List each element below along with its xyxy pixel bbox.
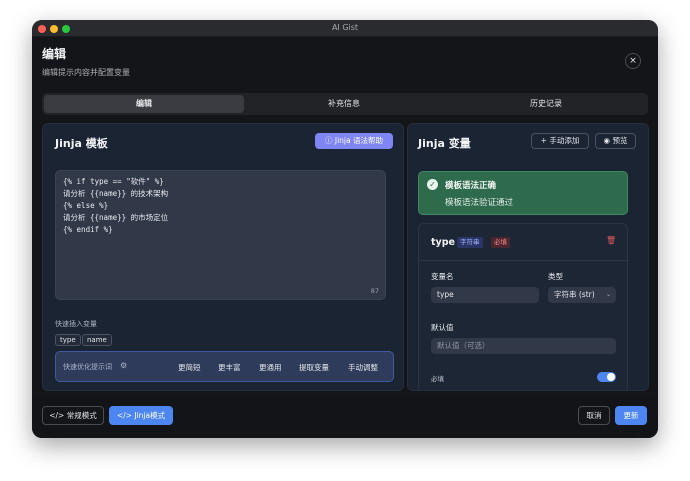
extract-variables-button[interactable]: 提取变量 xyxy=(299,362,329,373)
syntax-status-message: 模板语法验证通过 xyxy=(445,198,514,208)
trash-icon[interactable]: 🗑 xyxy=(606,236,616,245)
default-value-input[interactable]: 默认值（可选） xyxy=(431,338,616,354)
preview-label: 预览 xyxy=(612,136,628,145)
char-count: 87 xyxy=(370,287,379,295)
close-dialog-button[interactable]: × xyxy=(625,53,641,69)
quick-insert-label: 快速插入变量 xyxy=(55,320,97,328)
chevron-down-icon: ⌄ xyxy=(605,291,611,298)
required-toggle[interactable] xyxy=(597,372,616,382)
insert-variable-chip-type[interactable]: type xyxy=(55,334,81,346)
type-badge: 字符串 xyxy=(457,237,483,248)
code-line: {% endif %} xyxy=(63,225,113,234)
optimize-shorter-button[interactable]: 更简短 xyxy=(178,362,201,373)
code-icon: </> xyxy=(49,411,65,420)
quick-optimize-bar: 快速优化提示词 ⚙ 更简短 更丰富 更通用 提取变量 手动调整 xyxy=(55,351,394,382)
optimize-general-button[interactable]: 更通用 xyxy=(259,362,282,373)
variable-card-name: type xyxy=(431,237,455,248)
manual-adjust-button[interactable]: 手动调整 xyxy=(348,362,378,373)
jinja-help-label: Jinja 语法帮助 xyxy=(334,136,383,145)
template-code: {% if type == "软件" %} 请分析 {{name}} 的技术架构 {… xyxy=(63,176,168,236)
code-line: 请分析 {{name}} 的市场定位 xyxy=(63,213,169,222)
variable-name-label: 变量名 xyxy=(431,272,454,281)
required-badge: 必填 xyxy=(491,237,510,248)
dialog-subtitle: 编辑提示内容并配置变量 xyxy=(42,68,130,77)
divider xyxy=(419,260,629,261)
normal-mode-button[interactable]: </> 常规模式 xyxy=(42,406,104,425)
optimize-richer-button[interactable]: 更丰富 xyxy=(218,362,241,373)
dialog-title: 编辑 xyxy=(42,47,67,61)
template-panel-title: Jinja 模板 xyxy=(55,137,108,150)
normal-mode-label: 常规模式 xyxy=(66,411,97,420)
app-window: AI Gist 编辑 编辑提示内容并配置变量 × 编辑 补充信息 历史记录 Ji… xyxy=(32,20,658,438)
code-line: 请分析 {{name}} 的技术架构 xyxy=(63,189,169,198)
update-button[interactable]: 更新 xyxy=(615,406,647,425)
preview-button[interactable]: ◉ 预览 xyxy=(595,133,636,149)
template-editor[interactable]: {% if type == "软件" %} 请分析 {{name}} 的技术架构 {… xyxy=(55,170,386,300)
check-circle-icon: ✓ xyxy=(427,179,438,190)
jinja-variables-panel: Jinja 变量 + 手动添加 ◉ 预览 ✓ 模板语法正确 模板语法验证通过 t… xyxy=(407,123,649,391)
title-bar: AI Gist xyxy=(32,20,658,37)
jinja-mode-button[interactable]: </> Jinja模式 xyxy=(109,406,173,425)
toggle-knob xyxy=(607,373,615,381)
jinja-mode-label: Jinja模式 xyxy=(134,411,166,420)
plus-icon: + xyxy=(540,136,547,145)
variable-type-value: 字符串 (str) xyxy=(554,290,595,299)
required-toggle-label: 必填 xyxy=(431,375,444,383)
tab-history[interactable]: 历史记录 xyxy=(446,95,646,113)
variable-type-select[interactable]: 字符串 (str) ⌄ xyxy=(548,287,616,303)
tab-extra-info[interactable]: 补充信息 xyxy=(244,95,444,113)
variable-name-input[interactable]: type xyxy=(431,287,539,303)
insert-variable-chip-name[interactable]: name xyxy=(82,334,112,346)
help-circle-icon: ⓘ xyxy=(324,136,333,145)
close-icon: × xyxy=(629,56,637,66)
tab-bar: 编辑 补充信息 历史记录 xyxy=(42,93,648,115)
code-line: {% else %} xyxy=(63,201,109,210)
quick-optimize-label: 快速优化提示词 xyxy=(63,363,112,371)
variable-type-label: 类型 xyxy=(548,272,563,281)
code-icon: </> xyxy=(116,411,132,420)
tab-edit[interactable]: 编辑 xyxy=(44,95,244,113)
window-title: AI Gist xyxy=(331,23,359,32)
variable-card: type 字符串 必填 🗑 变量名 type 类型 字符串 (str) ⌄ 默认… xyxy=(418,223,629,390)
variables-panel-title: Jinja 变量 xyxy=(418,137,471,150)
cancel-button[interactable]: 取消 xyxy=(578,406,610,425)
eye-icon: ◉ xyxy=(603,136,611,145)
add-variable-label: 手动添加 xyxy=(549,136,580,145)
add-variable-button[interactable]: + 手动添加 xyxy=(531,133,589,149)
jinja-template-panel: Jinja 模板 ⓘ Jinja 语法帮助 {% if type == "软件"… xyxy=(42,123,404,391)
syntax-status-title: 模板语法正确 xyxy=(445,181,497,191)
gear-icon[interactable]: ⚙ xyxy=(120,361,127,370)
code-line: {% if type == "软件" %} xyxy=(63,177,164,186)
jinja-help-button[interactable]: ⓘ Jinja 语法帮助 xyxy=(315,133,393,149)
syntax-status-banner: ✓ 模板语法正确 模板语法验证通过 xyxy=(418,171,628,215)
default-value-label: 默认值 xyxy=(431,323,454,332)
